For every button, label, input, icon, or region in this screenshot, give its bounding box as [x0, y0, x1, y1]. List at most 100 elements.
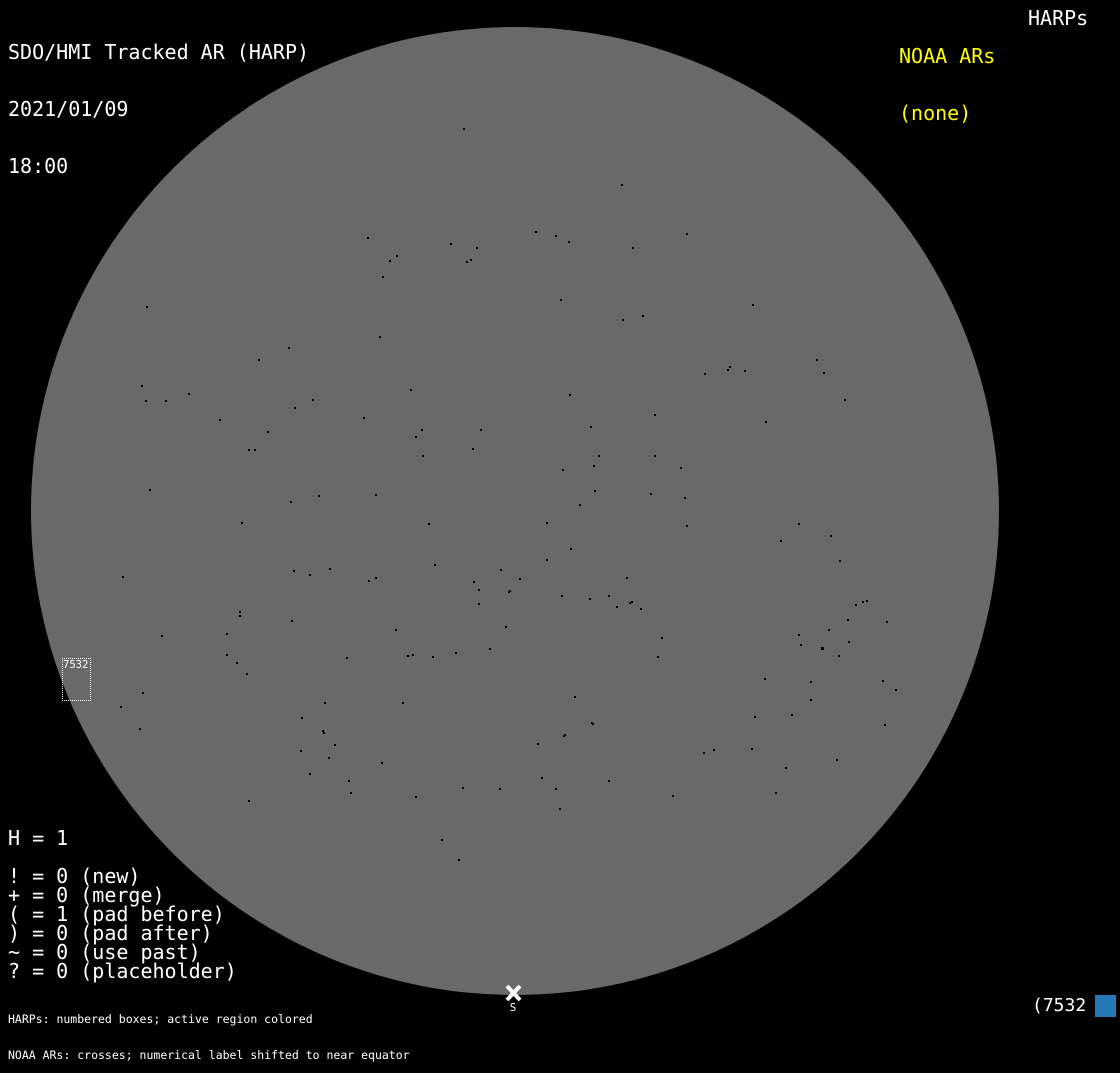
sunspot-speck: [838, 655, 840, 657]
sunspot-speck: [800, 644, 802, 646]
sunspot-speck: [241, 522, 243, 524]
sunspot-speck: [594, 490, 596, 492]
harps-header: HARPs: [1028, 6, 1089, 30]
sunspot-speck: [650, 493, 652, 495]
sunspot-speck: [478, 603, 480, 605]
sunspot-speck: [855, 604, 857, 606]
sunspot-speck: [226, 654, 228, 656]
sunspot-speck: [642, 315, 644, 317]
sunspot-speck: [568, 241, 570, 243]
sunspot-speck: [886, 621, 888, 623]
noaa-ars-value: (none): [899, 101, 972, 125]
sunspot-speck: [570, 548, 572, 550]
sunspot-speck: [422, 455, 424, 457]
sunspot-speck: [329, 568, 331, 570]
sunspot-speck: [368, 580, 370, 582]
sunspot-speck: [672, 795, 674, 797]
sunspot-speck: [686, 233, 688, 235]
sunspot-speck: [704, 373, 706, 375]
sunspot-speck: [561, 595, 563, 597]
sunspot-speck: [188, 393, 190, 395]
sunspot-speck: [752, 304, 754, 306]
sunspot-speck: [472, 448, 474, 450]
sunspot-speck: [300, 750, 302, 752]
sunspot-speck: [519, 578, 521, 580]
sunspot-speck: [535, 231, 537, 233]
sunspot-speck: [810, 699, 812, 701]
sunspot-speck: [847, 619, 849, 621]
sunspot-speck: [415, 796, 417, 798]
sunspot-speck: [836, 759, 838, 761]
sunspot-speck: [592, 723, 594, 725]
sunspot-speck: [569, 394, 571, 396]
sunspot-speck: [226, 633, 228, 635]
sunspot-speck: [375, 577, 377, 579]
sunspot-speck: [410, 389, 412, 391]
sunspot-speck: [239, 615, 241, 617]
sunspot-speck: [621, 184, 623, 186]
sunspot-speck: [334, 744, 336, 746]
sunspot-speck: [291, 620, 293, 622]
sunspot-speck: [480, 429, 482, 431]
sunspot-speck: [415, 436, 417, 438]
sunspot-speck: [616, 606, 618, 608]
south-pole-label: S: [509, 1001, 517, 1014]
sunspot-speck: [828, 629, 830, 631]
sunspot-speck: [395, 629, 397, 631]
sunspot-speck: [780, 540, 782, 542]
sunspot-speck: [142, 692, 144, 694]
sunspot-speck: [791, 714, 793, 716]
sunspot-speck: [149, 489, 151, 491]
sunspot-speck: [363, 417, 365, 419]
sunspot-speck: [608, 595, 610, 597]
sunspot-speck: [350, 792, 352, 794]
sunspot-speck: [346, 657, 348, 659]
legend-block: H = 1 ! = 0 (new) + = 0 (merge) ( = 1 (p…: [8, 826, 237, 981]
sunspot-speck: [590, 426, 592, 428]
sunspot-speck: [348, 780, 350, 782]
sunspot-speck: [254, 449, 256, 451]
sunspot-speck: [598, 455, 600, 457]
sunspot-speck: [798, 634, 800, 636]
sunspot-speck: [684, 497, 686, 499]
sunspot-speck: [608, 780, 610, 782]
sunspot-speck: [727, 369, 729, 371]
sunspot-speck: [141, 385, 143, 387]
sunspot-speck: [866, 600, 868, 602]
sunspot-speck: [288, 347, 290, 349]
sunspot-speck: [248, 449, 250, 451]
sunspot-speck: [367, 237, 369, 239]
sunspot-speck: [476, 247, 478, 249]
noaa-ars-header: NOAA ARs: [899, 44, 996, 68]
sunspot-speck: [751, 748, 753, 750]
sunspot-speck: [559, 808, 561, 810]
sunspot-speck: [407, 655, 409, 657]
sunspot-speck: [146, 306, 148, 308]
sunspot-speck: [375, 494, 377, 496]
sunspot-speck: [839, 560, 841, 562]
sunspot-speck: [508, 591, 510, 593]
legend-line-h: H = 1: [8, 826, 69, 850]
sunspot-speck: [324, 702, 326, 704]
sunspot-speck: [798, 523, 800, 525]
harp-region-box: 7532: [62, 658, 91, 701]
sunspot-speck: [632, 247, 634, 249]
sunspot-speck: [246, 673, 248, 675]
harp-number-label: 7532: [63, 659, 89, 671]
sunspot-speck: [455, 652, 457, 654]
sunspot-speck: [239, 611, 241, 613]
sunspot-speck: [499, 788, 501, 790]
sunspot-speck: [785, 767, 787, 769]
sunspot-speck: [258, 359, 260, 361]
sunspot-speck: [555, 235, 557, 237]
sunspot-speck: [629, 602, 631, 604]
sunspot-speck: [541, 777, 543, 779]
sunspot-speck: [555, 788, 557, 790]
sunspot-speck: [379, 336, 381, 338]
sunspot-speck: [267, 431, 269, 433]
sunspot-speck: [579, 504, 581, 506]
sunspot-speck: [139, 728, 141, 730]
sunspot-speck: [589, 598, 591, 600]
sunspot-speck: [703, 752, 705, 754]
sunspot-speck: [821, 647, 824, 650]
